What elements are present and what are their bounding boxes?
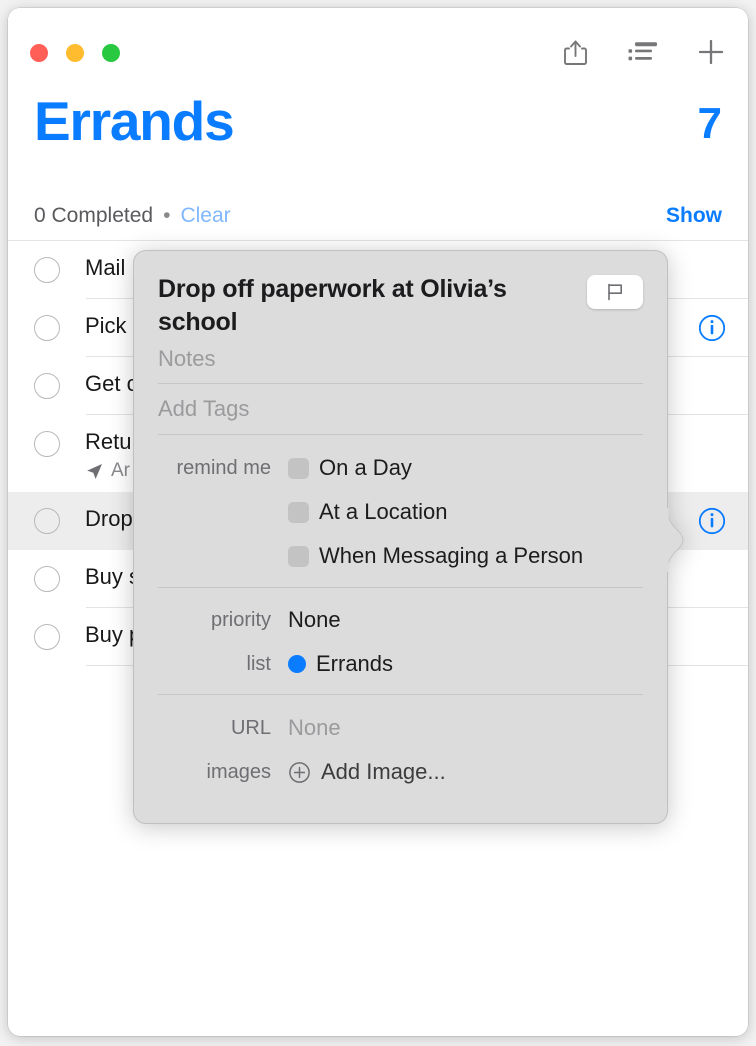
traffic-lights [30, 44, 120, 62]
share-icon[interactable] [558, 34, 592, 70]
popover-title-row: Drop off paperwork at Olivia’s school [158, 273, 643, 338]
complete-checkbox[interactable] [34, 624, 60, 651]
completed-count-label: 0 Completed [34, 204, 154, 227]
close-button[interactable] [30, 44, 48, 62]
checkbox-when-messaging[interactable] [288, 545, 309, 567]
images-label: images [206, 760, 271, 783]
priority-row[interactable]: priority None [158, 607, 643, 633]
complete-checkbox[interactable] [34, 373, 60, 399]
list-label: list [246, 652, 271, 675]
info-icon[interactable] [698, 507, 726, 535]
window-titlebar [8, 8, 748, 88]
list-color-swatch [288, 655, 306, 673]
complete-checkbox[interactable] [34, 431, 60, 457]
remind-option-row[interactable]: remind me When Messaging a Person [158, 543, 643, 569]
tags-placeholder: Add Tags [158, 396, 250, 421]
completed-bar: 0 Completed • Clear Show [8, 192, 748, 240]
remind-option-value: At a Location [288, 499, 447, 525]
page-title: Errands [34, 90, 235, 152]
reminder-count: 7 [697, 99, 722, 148]
flag-button[interactable] [587, 275, 643, 309]
notes-placeholder: Notes [158, 346, 216, 371]
tags-field[interactable]: Add Tags [158, 384, 643, 435]
flag-icon [608, 283, 622, 301]
checkbox-on-a-day[interactable] [288, 457, 309, 479]
url-value[interactable]: None [288, 715, 341, 741]
remind-me-section: remind me On a Day remind me At a Locati… [158, 435, 643, 588]
zoom-button[interactable] [102, 44, 120, 62]
images-row[interactable]: images Add Image... [158, 759, 643, 785]
remind-option-value: On a Day [288, 455, 412, 481]
remind-option-row[interactable]: remind me On a Day [158, 455, 643, 481]
plus-icon[interactable] [694, 34, 728, 70]
remind-option-label: On a Day [319, 455, 412, 480]
popover-content: Drop off paperwork at Olivia’s school No… [133, 250, 668, 824]
reminder-detail-popover: Drop off paperwork at Olivia’s school No… [133, 250, 684, 824]
remind-option-label: When Messaging a Person [319, 543, 584, 568]
priority-value[interactable]: None [288, 607, 341, 633]
add-image-label: Add Image... [321, 759, 446, 784]
list-value: Errands [316, 651, 394, 676]
remind-option-row[interactable]: remind me At a Location [158, 499, 643, 525]
remind-option-label: At a Location [319, 499, 448, 524]
popover-arrow [666, 508, 684, 572]
app-root: Errands 7 0 Completed • Clear Show Mail … [0, 0, 756, 1046]
clear-completed-button[interactable]: Clear [180, 204, 230, 228]
url-label: URL [230, 716, 271, 739]
reminder-title[interactable]: Drop off paperwork at Olivia’s school [158, 273, 573, 338]
list-sort-icon[interactable] [626, 34, 660, 70]
complete-checkbox[interactable] [34, 508, 60, 535]
complete-checkbox[interactable] [34, 566, 60, 593]
url-images-section: URL None images Add Image... [158, 695, 643, 785]
window-toolbar [558, 34, 728, 70]
priority-label: priority [210, 608, 271, 631]
plus-circle-icon [288, 761, 311, 784]
info-icon[interactable] [698, 314, 726, 342]
list-item-location-label: Ar [111, 460, 130, 482]
url-row[interactable]: URL None [158, 715, 643, 741]
notes-field[interactable]: Notes [158, 338, 643, 384]
list-row[interactable]: list Errands [158, 651, 643, 677]
minimize-button[interactable] [66, 44, 84, 62]
location-arrow-icon [87, 463, 102, 479]
priority-list-section: priority None list Errands [158, 588, 643, 695]
show-completed-button[interactable]: Show [666, 204, 722, 228]
separator-dot: • [163, 204, 171, 227]
list-value-wrap[interactable]: Errands [288, 651, 393, 677]
checkbox-at-a-location[interactable] [288, 501, 309, 523]
list-header: Errands 7 [8, 88, 748, 192]
complete-checkbox[interactable] [34, 257, 60, 283]
add-image-button[interactable]: Add Image... [288, 759, 446, 785]
remind-option-value: When Messaging a Person [288, 543, 583, 569]
complete-checkbox[interactable] [34, 315, 60, 341]
remind-me-label: remind me [176, 456, 271, 479]
